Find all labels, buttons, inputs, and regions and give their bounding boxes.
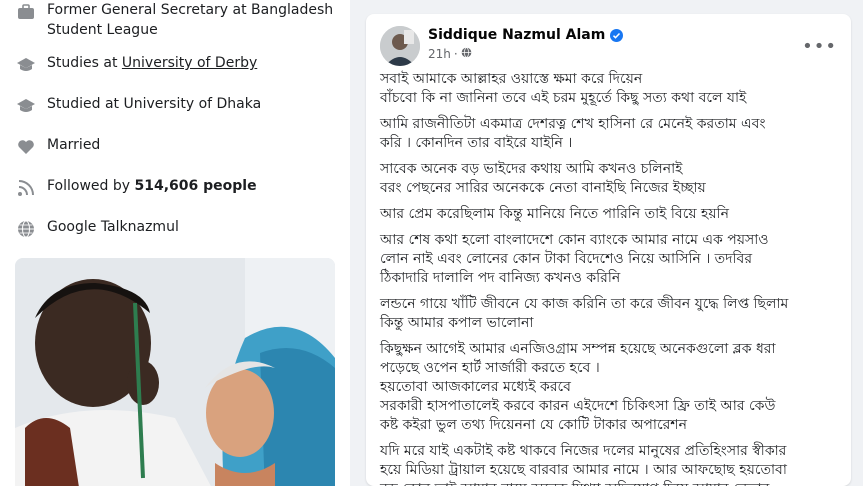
post-line: সরকারী হাসপাতালেই করবে কারন এইদেশে চিকিৎ… xyxy=(380,398,776,414)
post-line: করি । কোনদিন তার বাইরে যাইনি । xyxy=(380,135,573,151)
post-paragraph: আর শেষ কথা হলো বাংলাদেশে কোন ব্যাংকে আমা… xyxy=(380,231,840,288)
post-line: সবাই আমাকে আল্লাহর ওয়াস্তে ক্ষমা করে দি… xyxy=(380,71,643,87)
post-paragraph: সবাই আমাকে আল্লাহর ওয়াস্তে ক্ষমা করে দি… xyxy=(380,70,840,108)
intro-work-text: Former General Secretary at Bangladesh S… xyxy=(47,2,334,38)
post-line: ঠিকাদারি দালালি পদ বানিজ্য কখনও করিনি xyxy=(380,270,621,286)
post-line: বরং পেছনের সারির অনেককে নেতা বানাইছি নিজ… xyxy=(380,180,706,196)
post-card: Siddique Nazmul Alam 21h · ••• সবাই আমাক… xyxy=(366,14,851,486)
post-line: আমি রাজনীতিটা একমাত্র দেশরত্ন শেখ হাসিনা… xyxy=(380,116,766,132)
globe-icon xyxy=(461,47,472,61)
post-line: হয়ে মিডিয়া ট্রায়াল হয়েছে বারবার আমার… xyxy=(380,462,787,478)
post-paragraph: আমি রাজনীতিটা একমাত্র দেশরত্ন শেখ হাসিনা… xyxy=(380,115,840,153)
post-paragraph: কিছুক্ষন আগেই আমার এনজিওগ্রাম সম্পন্ন হয… xyxy=(380,340,840,435)
heart-icon xyxy=(15,136,37,158)
graduation-cap-icon xyxy=(15,95,37,117)
post-line: কিছুক্ষন আগেই আমার এনজিওগ্রাম সম্পন্ন হয… xyxy=(380,341,776,357)
followers-count[interactable]: 514,606 people xyxy=(135,178,257,194)
post-line: কিন্তু আমার কপাল ভালোনা xyxy=(380,315,534,331)
featured-photo-illustration xyxy=(15,258,335,486)
graduation-cap-icon xyxy=(15,54,37,76)
followed-prefix: Followed by xyxy=(47,178,135,194)
post-line: যদি মরে যাই একটাই কষ্ট থাকবে নিজের দলের … xyxy=(380,443,787,459)
verified-badge-icon xyxy=(610,28,624,42)
intro-relationship: Married xyxy=(15,135,335,158)
intro-study-dhaka: Studied at University of Dhaka xyxy=(15,94,335,117)
post-line: বাঁচবো কি না জানিনা তবে এই চরম মুহূর্তে … xyxy=(380,90,747,106)
column-divider xyxy=(350,0,366,486)
post-time[interactable]: 21h xyxy=(428,47,451,61)
post-paragraph: লন্ডনে গায়ে খাঁটি জীবনে যে কাজ করিনি তা… xyxy=(380,295,840,333)
intro-study-dhaka-text: Studied at University of Dhaka xyxy=(47,96,262,112)
post-author-name[interactable]: Siddique Nazmul Alam xyxy=(428,27,605,43)
intro-google: Google Talknazmul xyxy=(15,217,335,240)
intro-work: Former General Secretary at Bangladesh S… xyxy=(15,0,335,40)
rss-feed-icon xyxy=(15,177,37,199)
post-line: আর শেষ কথা হলো বাংলাদেশে কোন ব্যাংকে আমা… xyxy=(380,232,769,248)
intro-study-derby: Studies at University of Derby xyxy=(15,53,335,76)
author-avatar[interactable] xyxy=(380,26,420,66)
intro-study-prefix: Studies at xyxy=(47,55,122,71)
post-line: লন্ডনে গায়ে খাঁটি জীবনে যে কাজ করিনি তা… xyxy=(380,296,789,312)
post-line: লোন নাই এবং লোনের কোন টাকা বিদেশেও নিয়ে… xyxy=(380,251,753,267)
post-line: হয়তোবা আজকালের মধ্যেই করবে xyxy=(380,379,571,395)
globe-icon xyxy=(15,218,37,240)
post-line: কষ্ট কইরা ভুল তথ্য দিয়েননা যে কোটি টাকা… xyxy=(380,417,687,433)
briefcase-icon xyxy=(15,1,37,23)
post-paragraph: সাবেক অনেক বড় ভাইদের কথায় আমি কখনও চলি… xyxy=(380,160,840,198)
post-line: সাবেক অনেক বড় ভাইদের কথায় আমি কখনও চলি… xyxy=(380,161,683,177)
meta-separator: · xyxy=(453,47,458,61)
intro-followers: Followed by 514,606 people xyxy=(15,176,335,199)
university-derby-link[interactable]: University of Derby xyxy=(122,55,257,71)
intro-google-text[interactable]: Google Talknazmul xyxy=(47,217,179,237)
post-body: সবাই আমাকে আল্লাহর ওয়াস্তে ক্ষমা করে দি… xyxy=(380,70,840,486)
post-line: আর প্রেম করেছিলাম কিন্তু মানিয়ে নিতে পা… xyxy=(380,206,729,222)
post-line: পড়েছে ওপেন হার্ট সার্জারী করতে হবে । xyxy=(380,360,600,376)
more-options-icon[interactable]: ••• xyxy=(802,36,837,57)
intro-relationship-text: Married xyxy=(47,137,101,153)
featured-photo[interactable] xyxy=(15,258,335,486)
post-line: বড় কোন ভাই আমার নামে অনেক মিথ্যা অভিযোগ… xyxy=(380,480,840,486)
post-meta: 21h · xyxy=(428,47,472,61)
post-paragraph: যদি মরে যাই একটাই কষ্ট থাকবে নিজের দলের … xyxy=(380,442,840,486)
post-author: Siddique Nazmul Alam xyxy=(428,27,624,43)
post-paragraph: আর প্রেম করেছিলাম কিন্তু মানিয়ে নিতে পা… xyxy=(380,205,840,224)
intro-panel: Former General Secretary at Bangladesh S… xyxy=(0,0,350,486)
